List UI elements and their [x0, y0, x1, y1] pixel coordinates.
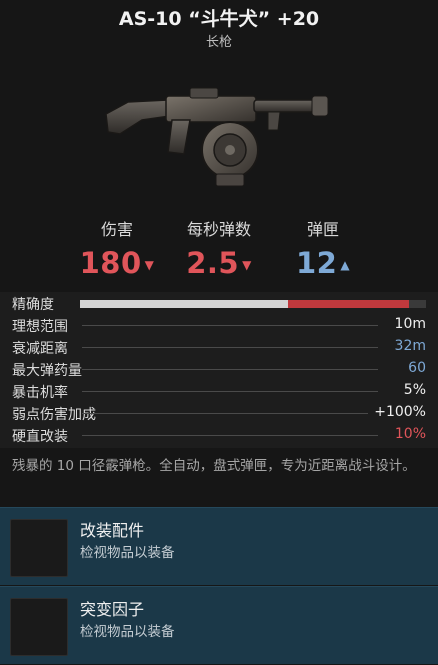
weapon-title: AS-10 “斗牛犬” +20 [118, 8, 320, 30]
stat-row-max-ammo: 最大弹药量 60 [0, 359, 438, 380]
accuracy-row: 精确度 [0, 293, 438, 314]
weapon-detail-panel: AS-10 “斗牛犬” +20 长枪 伤害 180 ▼ 每秒弹数 2.5 ▼ 弹… [0, 0, 438, 665]
chevron-down-icon: ▼ [242, 258, 252, 272]
stat-value: 32m [388, 338, 426, 354]
stat-row-weakspot: 弱点伤害加成 +100% [0, 403, 438, 424]
stat-label: 最大弹药量 [12, 363, 82, 379]
mutator-slot[interactable]: 突变因子 检视物品以装备 [0, 586, 438, 664]
mod-slot-subtitle: 检视物品以装备 [80, 545, 175, 561]
stat-value: +100% [368, 404, 426, 420]
mod-slot-title: 改装配件 [80, 521, 145, 540]
stat-divider [82, 369, 378, 370]
stat-label: 弱点伤害加成 [12, 407, 96, 423]
accuracy-base-fill [80, 300, 288, 308]
fire-rate-value: 2.5 ▼ [186, 246, 252, 280]
stat-value: 10% [388, 426, 426, 442]
damage-stat: 伤害 180 ▼ [62, 216, 172, 280]
stat-divider [82, 413, 378, 414]
accuracy-penalty-fill [288, 300, 409, 308]
weapon-class: 长枪 [205, 35, 232, 50]
damage-value: 180 ▼ [79, 246, 155, 280]
stat-row-ideal-range: 理想范围 10m [0, 315, 438, 336]
accuracy-label: 精确度 [12, 297, 54, 313]
mutator-slot-subtitle: 检视物品以装备 [80, 624, 175, 640]
mutator-slot-title: 突变因子 [80, 600, 145, 619]
fire-rate-label: 每秒弹数 [186, 220, 251, 239]
stat-value: 5% [397, 382, 426, 398]
drum-shotgun-icon [105, 87, 329, 187]
mod-slot[interactable]: 改装配件 检视物品以装备 [0, 507, 438, 585]
stat-value: 10m [388, 316, 426, 332]
chevron-up-icon: ▲ [340, 258, 351, 272]
damage-label: 伤害 [100, 220, 133, 239]
chevron-down-icon: ▼ [144, 258, 155, 272]
stat-row-stagger: 硬直改装 10% [0, 425, 438, 446]
mod-slot-icon [10, 519, 68, 577]
stat-list: 精确度 理想范围 10m 衰减距离 32m 最大弹药量 60 暴击机率 5% 弱… [0, 292, 438, 448]
stat-divider [82, 347, 378, 348]
magazine-label: 弹匣 [306, 220, 339, 239]
fire-rate-stat: 每秒弹数 2.5 ▼ [164, 216, 274, 280]
stat-row-crit-chance: 暴击机率 5% [0, 381, 438, 402]
magazine-stat: 弹匣 12 ▲ [268, 216, 378, 280]
stat-label: 硬直改装 [12, 429, 68, 445]
primary-stats: 伤害 180 ▼ 每秒弹数 2.5 ▼ 弹匣 12 ▲ [0, 216, 438, 286]
stat-row-falloff: 衰减距离 32m [0, 337, 438, 358]
stat-label: 理想范围 [12, 319, 68, 335]
stat-label: 暴击机率 [12, 385, 68, 401]
mutator-slot-icon [10, 598, 68, 656]
weapon-description: 残暴的 10 口径霰弹枪。全自动，盘式弹匣，专为近距离战斗设计。 [12, 458, 416, 474]
stat-divider [82, 325, 378, 326]
stat-label: 衰减距离 [12, 341, 68, 357]
accuracy-bar [80, 300, 426, 308]
stat-divider [82, 391, 378, 392]
stat-value: 60 [402, 360, 426, 376]
stat-divider [82, 435, 378, 436]
magazine-value: 12 ▲ [295, 246, 351, 280]
